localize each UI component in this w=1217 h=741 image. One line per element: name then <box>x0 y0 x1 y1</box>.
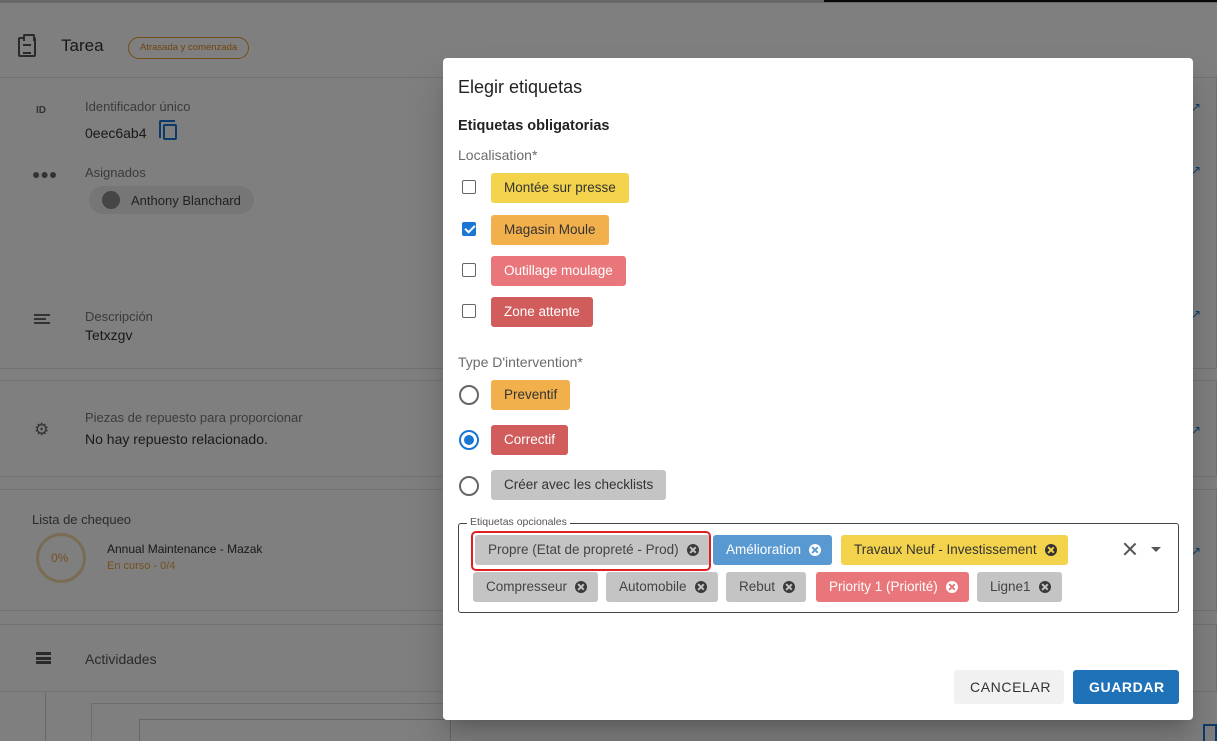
remove-chip-icon[interactable] <box>945 581 958 593</box>
chip-label: Travaux Neuf - Investissement <box>854 542 1037 557</box>
chip-label: Compresseur <box>486 579 568 594</box>
chip-label: Rebut <box>739 579 776 594</box>
chip-rebut[interactable]: Rebut <box>726 572 807 602</box>
chip-travaux-neuf[interactable]: Travaux Neuf - Investissement <box>841 535 1068 565</box>
chip-amelioration[interactable]: Amélioration <box>713 535 833 565</box>
highlight-box <box>471 531 711 571</box>
checkbox-outillage-moulage[interactable] <box>462 263 476 277</box>
remove-chip-icon[interactable] <box>575 581 588 593</box>
save-button[interactable]: GUARDAR <box>1073 670 1179 704</box>
chip-label: Amélioration <box>726 542 802 557</box>
dialog-title: Elegir etiquetas <box>458 77 583 97</box>
intervention-label: Type D'intervention* <box>458 354 583 370</box>
radio-preventif[interactable] <box>459 385 479 405</box>
optional-tags-select[interactable]: Etiquetas opcionales Propre (Etat de pro… <box>458 516 1179 613</box>
chip-automobile[interactable]: Automobile <box>606 572 718 602</box>
choose-tags-dialog: Elegir etiquetas Etiquetas obligatorias … <box>443 58 1193 720</box>
tag-outillage-moulage[interactable]: Outillage moulage <box>491 256 626 286</box>
checkbox-magasin-moule[interactable] <box>462 222 476 236</box>
clear-icon[interactable] <box>1122 541 1138 557</box>
remove-chip-icon[interactable] <box>1038 581 1051 593</box>
remove-chip-icon[interactable] <box>809 544 822 556</box>
checkbox-montee-sur-presse[interactable] <box>462 180 476 194</box>
chip-priority-1[interactable]: Priority 1 (Priorité) <box>816 572 969 602</box>
tag-zone-attente[interactable]: Zone attente <box>491 297 593 327</box>
tag-creer-avec-checklists[interactable]: Créer avec les checklists <box>491 470 667 500</box>
cancel-button[interactable]: CANCELAR <box>954 670 1064 704</box>
remove-chip-icon[interactable] <box>783 581 796 593</box>
localisation-label: Localisation* <box>458 147 538 163</box>
optional-tags-label: Etiquetas opcionales <box>467 516 570 528</box>
checkbox-zone-attente[interactable] <box>462 304 476 318</box>
caret-down-icon[interactable] <box>1151 547 1161 552</box>
chip-label: Ligne1 <box>990 579 1031 594</box>
tag-preventif[interactable]: Preventif <box>491 380 571 410</box>
tag-correctif[interactable]: Correctif <box>491 425 569 455</box>
chip-compresseur[interactable]: Compresseur <box>473 572 599 602</box>
chip-ligne1[interactable]: Ligne1 <box>977 572 1062 602</box>
remove-chip-icon[interactable] <box>694 581 707 593</box>
remove-chip-icon[interactable] <box>1044 544 1057 556</box>
chip-label: Automobile <box>619 579 687 594</box>
tag-montee-sur-presse[interactable]: Montée sur presse <box>491 173 629 203</box>
radio-correctif[interactable] <box>459 430 479 450</box>
radio-creer-avec-checklists[interactable] <box>459 476 479 496</box>
chip-label: Priority 1 (Priorité) <box>829 579 938 594</box>
mandatory-section-title: Etiquetas obligatorias <box>458 118 610 134</box>
tag-magasin-moule[interactable]: Magasin Moule <box>491 215 609 245</box>
